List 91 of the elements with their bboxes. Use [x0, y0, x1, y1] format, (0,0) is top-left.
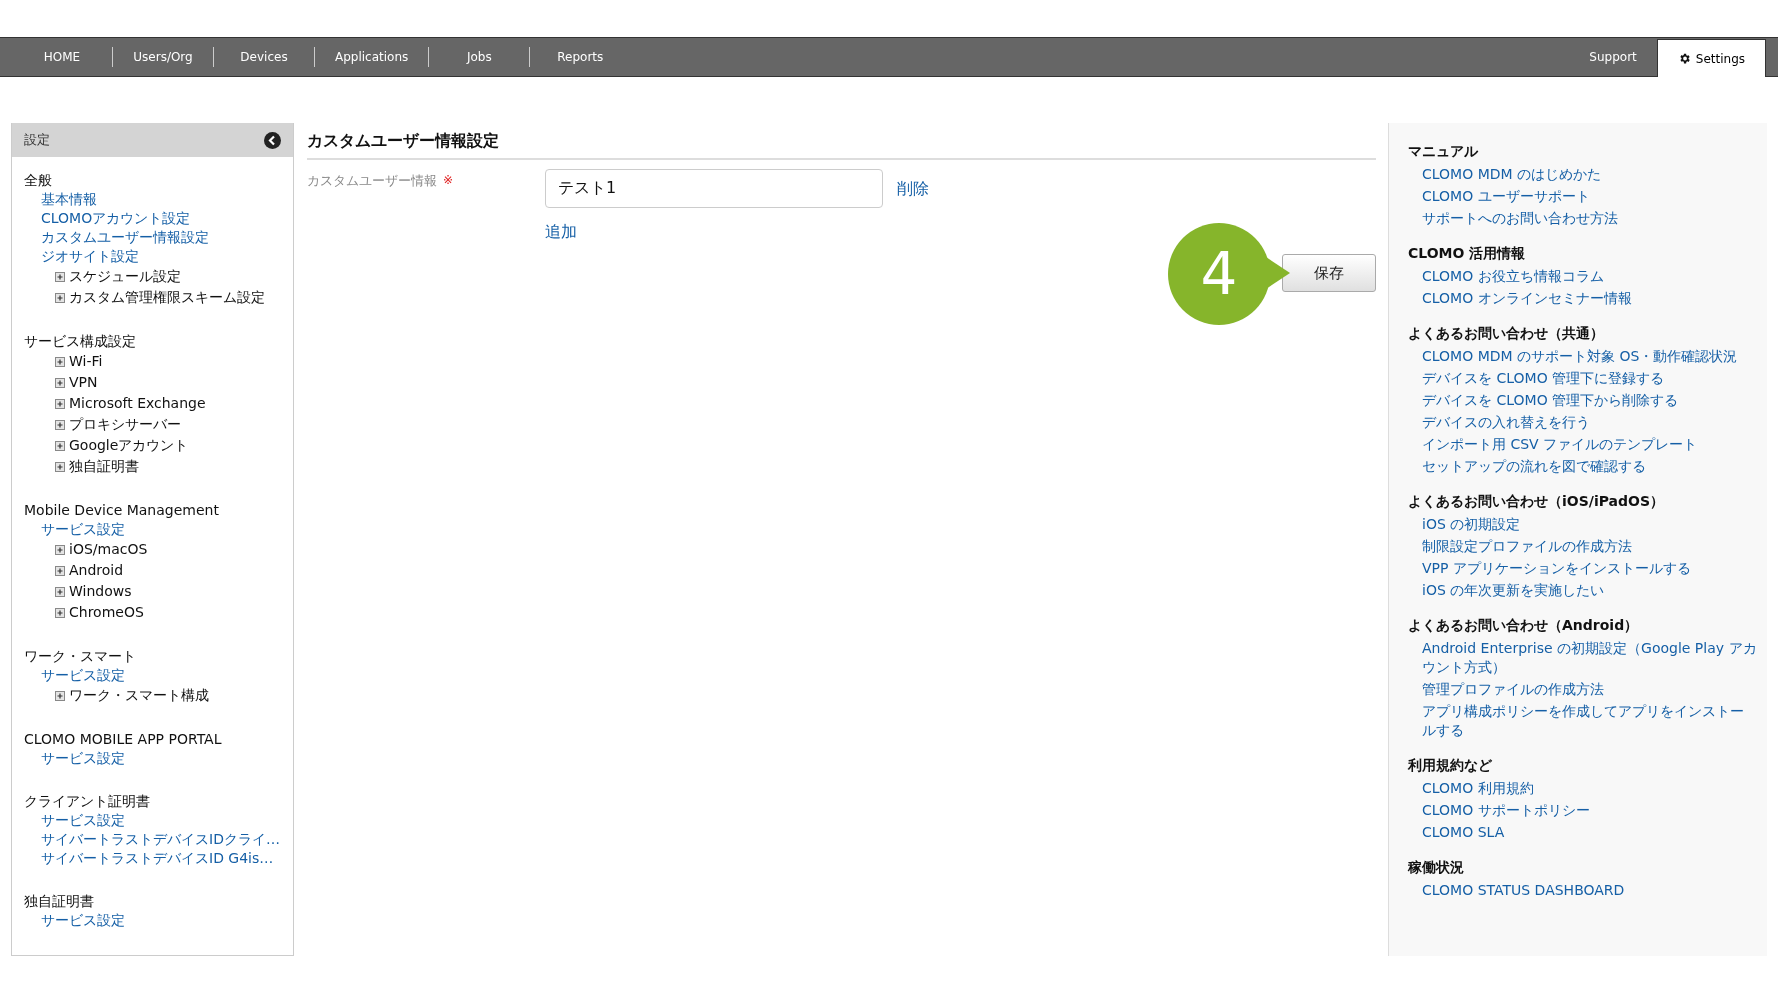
tree-item[interactable]: プロキシサーバー [69, 414, 181, 435]
sidebar-link[interactable]: ジオサイト設定 [24, 247, 281, 266]
sidebar-link[interactable]: サービス設定 [24, 749, 281, 768]
section-heading: クライアント証明書 [24, 792, 151, 811]
sidebar-link[interactable]: サイバートラストデバイスID G4is… [24, 849, 281, 868]
section-heading: 全般 [24, 171, 53, 190]
sidebar-link[interactable]: CLOMOアカウント設定 [24, 209, 281, 228]
required-mark: ※ [443, 172, 454, 189]
sidebar-link[interactable]: サービス設定 [24, 911, 281, 930]
help-heading: よくあるお問い合わせ（iOS/iPadOS） [1408, 492, 1666, 511]
help-heading: 利用規約など [1408, 756, 1493, 775]
help-link[interactable]: iOS の年次更新を実施したい [1408, 579, 1757, 601]
help-link[interactable]: CLOMO 利用規約 [1408, 777, 1757, 799]
help-heading: 稼働状況 [1408, 858, 1465, 877]
tree-item[interactable]: Android [69, 560, 124, 581]
help-link[interactable]: セットアップの流れを図で確認する [1408, 455, 1757, 477]
tree-item[interactable]: VPN [69, 372, 98, 393]
nav-tab[interactable]: Devices [214, 38, 314, 76]
help-link[interactable]: CLOMO お役立ち情報コラム [1408, 265, 1757, 287]
tree-item[interactable]: ワーク・スマート構成 [69, 685, 209, 706]
help-link[interactable]: デバイスを CLOMO 管理下から削除する [1408, 389, 1757, 411]
field-label: カスタムユーザー情報 [307, 172, 437, 190]
collapse-icon[interactable] [264, 131, 281, 149]
section-heading: 独自証明書 [24, 892, 95, 911]
expand-icon[interactable] [55, 544, 65, 555]
tree-item[interactable]: Wi-Fi [69, 351, 103, 372]
text-input[interactable]: テスト1 [545, 169, 883, 208]
sidebar-title: 設定 [24, 131, 50, 150]
help-link[interactable]: デバイスを CLOMO 管理下に登録する [1408, 367, 1757, 389]
nav-tab[interactable]: Jobs [429, 38, 530, 76]
help-link[interactable]: アプリ構成ポリシーを作成してアプリをインストールする [1408, 700, 1757, 741]
nav-tab[interactable]: Users/Org [113, 38, 213, 76]
expand-icon[interactable] [55, 398, 65, 409]
expand-icon[interactable] [55, 565, 65, 576]
page-title: カスタムユーザー情報設定 [307, 129, 499, 152]
help-heading: マニュアル [1408, 142, 1479, 161]
expand-icon[interactable] [55, 419, 65, 430]
help-link[interactable]: CLOMO ユーザーサポート [1408, 185, 1757, 207]
section-heading: サービス構成設定 [24, 332, 137, 351]
expand-icon[interactable] [55, 440, 65, 451]
sidebar-link[interactable]: カスタムユーザー情報設定 [24, 228, 281, 247]
expand-icon[interactable] [55, 356, 65, 367]
help-link[interactable]: サポートへのお問い合わせ方法 [1408, 207, 1757, 229]
sidebar-link[interactable]: サービス設定 [24, 666, 281, 685]
help-link[interactable]: VPP アプリケーションをインストールする [1408, 557, 1757, 579]
help-link[interactable]: CLOMO オンラインセミナー情報 [1408, 287, 1757, 309]
section-heading: CLOMO MOBILE APP PORTAL [24, 730, 223, 749]
help-link[interactable]: CLOMO SLA [1408, 821, 1757, 843]
tree-item[interactable]: ChromeOS [69, 602, 144, 623]
delete-link[interactable]: 削除 [897, 176, 929, 201]
tree-item[interactable]: 独自証明書 [69, 456, 139, 477]
expand-icon[interactable] [55, 292, 65, 303]
help-heading: よくあるお問い合わせ（共通） [1408, 324, 1605, 343]
tree-item[interactable]: カスタム管理権限スキーム設定 [69, 287, 265, 308]
help-link[interactable]: CLOMO サポートポリシー [1408, 799, 1757, 821]
sidebar-link[interactable]: 基本情報 [24, 190, 281, 209]
nav-tab[interactable]: Applications [315, 38, 429, 76]
nav-tab[interactable]: Reports [530, 38, 631, 76]
expand-icon[interactable] [55, 461, 65, 472]
sidebar-link[interactable]: サービス設定 [24, 520, 281, 539]
help-link[interactable]: インポート用 CSV ファイルのテンプレート [1408, 433, 1757, 455]
step-badge: 4 [1168, 223, 1270, 325]
tree-item[interactable]: Googleアカウント [69, 435, 189, 456]
nav-tab[interactable]: Settings [1656, 39, 1766, 77]
expand-icon[interactable] [55, 690, 65, 701]
tree-item[interactable]: Microsoft Exchange [69, 393, 206, 414]
expand-icon[interactable] [55, 586, 65, 597]
help-link[interactable]: Android Enterprise の初期設定（Google Play アカウント方式） [1408, 637, 1757, 678]
save-button[interactable]: 保存 [1282, 254, 1376, 292]
expand-icon[interactable] [55, 377, 65, 388]
help-heading: CLOMO 活用情報 [1408, 244, 1527, 263]
help-link[interactable]: CLOMO MDM のサポート対象 OS・動作確認状況 [1408, 345, 1757, 367]
expand-icon[interactable] [55, 607, 65, 618]
add-link[interactable]: 追加 [545, 220, 929, 244]
sidebar-link[interactable]: サイバートラストデバイスIDクライ… [24, 830, 281, 849]
tree-item[interactable]: スケジュール設定 [69, 266, 181, 287]
help-link[interactable]: 制限設定プロファイルの作成方法 [1408, 535, 1757, 557]
tree-item[interactable]: Windows [69, 581, 132, 602]
help-link[interactable]: CLOMO MDM のはじめかた [1408, 163, 1757, 185]
help-link[interactable]: CLOMO STATUS DASHBOARD [1408, 879, 1757, 901]
help-link[interactable]: 管理プロファイルの作成方法 [1408, 678, 1757, 700]
nav-tab[interactable]: Support [1569, 38, 1657, 76]
section-heading: ワーク・スマート [24, 647, 137, 666]
help-link[interactable]: デバイスの入れ替えを行う [1408, 411, 1757, 433]
expand-icon[interactable] [55, 271, 65, 282]
nav-tab[interactable]: HOME [12, 38, 112, 76]
sidebar-link[interactable]: サービス設定 [24, 811, 281, 830]
tree-item[interactable]: iOS/macOS [69, 539, 148, 560]
section-heading: Mobile Device Management [24, 501, 220, 520]
help-link[interactable]: iOS の初期設定 [1408, 513, 1757, 535]
help-heading: よくあるお問い合わせ（Android） [1408, 616, 1640, 635]
